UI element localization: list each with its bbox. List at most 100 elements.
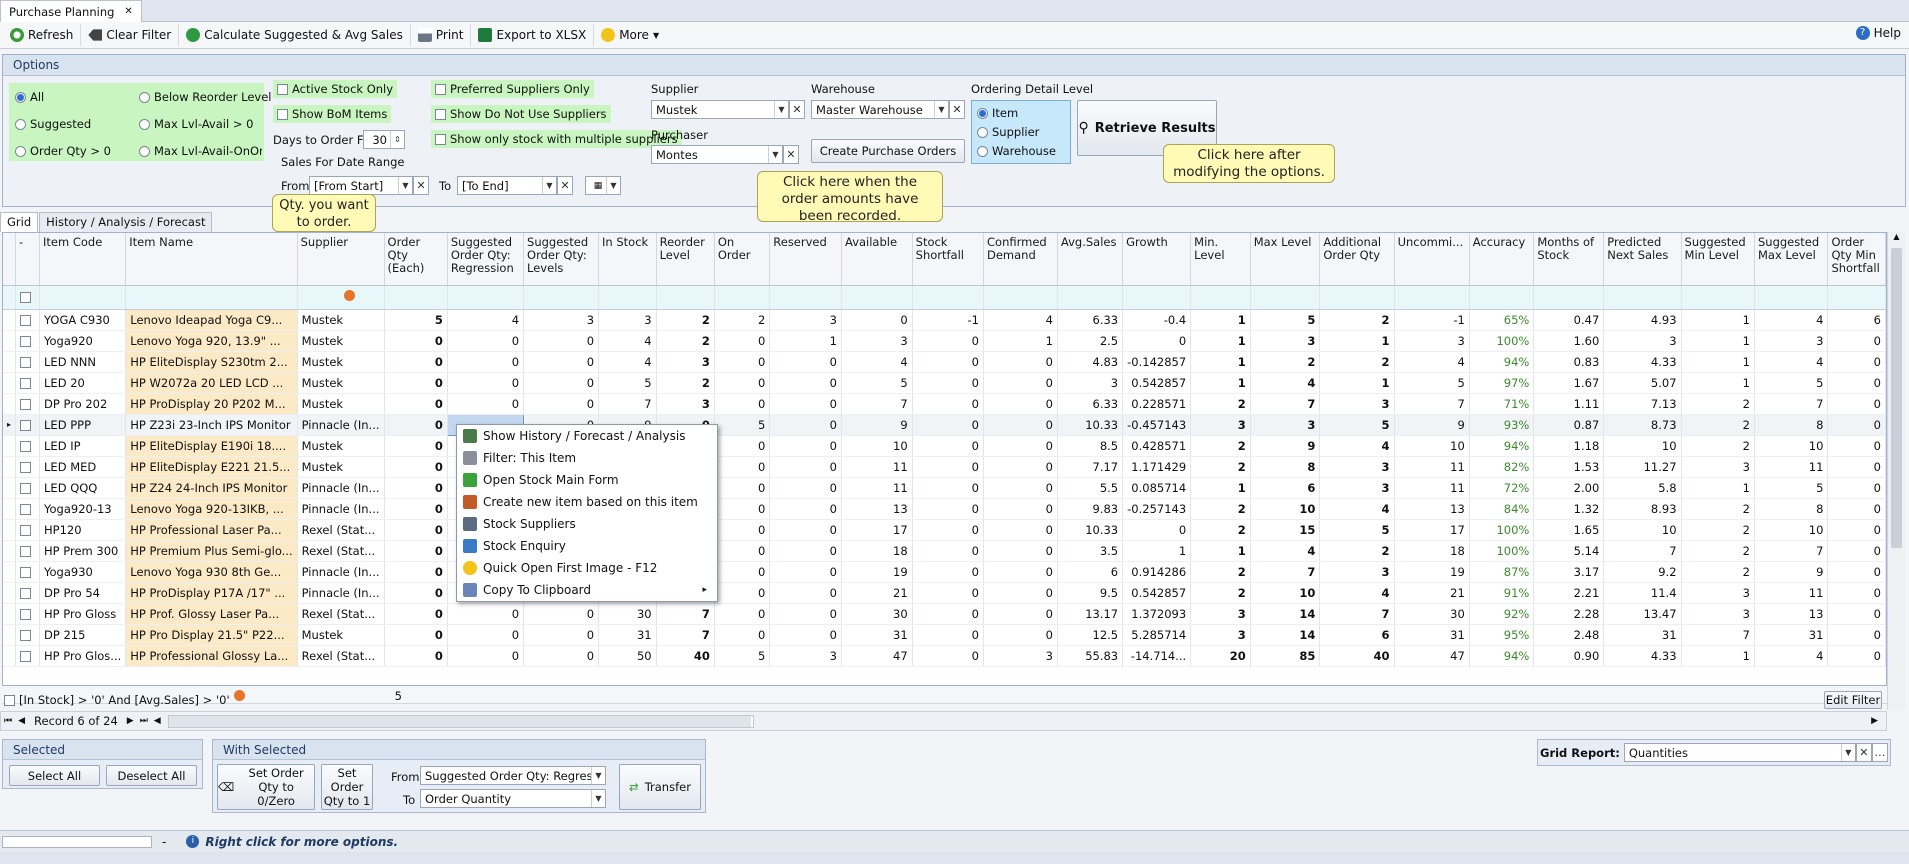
context-menu-item[interactable]: Copy To Clipboard ▸: [457, 579, 717, 601]
row-checkbox[interactable]: [20, 461, 32, 473]
grid-cell[interactable]: 0: [1827, 561, 1886, 583]
grid-cell[interactable]: 100%: [1469, 540, 1535, 562]
grid-cell[interactable]: 5: [714, 645, 771, 667]
row-checkbox-cell[interactable]: [15, 456, 41, 478]
grid-cell[interactable]: 4: [598, 330, 657, 352]
grid-cell[interactable]: 0: [714, 456, 771, 478]
from-clear-button[interactable]: ✕: [413, 176, 429, 195]
grid-cell[interactable]: 3: [1250, 414, 1321, 436]
grid-cell[interactable]: 11: [1394, 456, 1470, 478]
row-checkbox-cell[interactable]: [15, 519, 41, 541]
grid-cell[interactable]: 2: [1190, 435, 1251, 457]
grid-cell[interactable]: 3: [523, 309, 600, 331]
warehouse-clear-button[interactable]: ✕: [949, 100, 965, 119]
grid-cell[interactable]: 0.47: [1533, 309, 1605, 331]
row-indicator[interactable]: [3, 477, 16, 499]
order-qty-cell[interactable]: 0: [384, 330, 448, 352]
grid-cell[interactable]: 3: [1319, 477, 1395, 499]
grid-cell[interactable]: 0: [983, 498, 1058, 520]
grid-cell[interactable]: 30: [841, 603, 913, 625]
grid-cell[interactable]: 1: [1681, 351, 1755, 373]
grid-cell[interactable]: 8: [1754, 498, 1829, 520]
row-indicator[interactable]: [3, 372, 16, 394]
grid-cell[interactable]: 4.33: [1603, 351, 1682, 373]
table-row[interactable]: YOGA C930 Lenovo Ideapad Yoga C9... Mustek…: [3, 309, 1886, 331]
item-name-cell[interactable]: HP Prof. Glossy Laser Pa...: [125, 603, 298, 625]
grid-cell[interactable]: 0: [714, 330, 771, 352]
table-row[interactable]: DP Pro 54 HP ProDisplay P17A /17" ... Pinn…: [3, 582, 1886, 604]
grid-cell[interactable]: -1: [1394, 309, 1470, 331]
grid-cell[interactable]: 1: [983, 330, 1058, 352]
transfer-button[interactable]: ⇄ Transfer: [619, 764, 701, 810]
table-row[interactable]: LED MED HP EliteDisplay E221 21.5... Muste…: [3, 456, 1886, 478]
table-row[interactable]: Yoga920-13 Lenovo Yoga 920-13IKB, ... Pinn…: [3, 498, 1886, 520]
row-checkbox[interactable]: [20, 377, 32, 389]
column-header[interactable]: Uncommi...: [1394, 233, 1470, 286]
row-indicator[interactable]: [3, 456, 16, 478]
grid-cell[interactable]: 6: [1319, 624, 1395, 646]
chevron-down-icon[interactable]: ▼: [591, 767, 605, 784]
grid-cell[interactable]: 1: [1122, 540, 1192, 562]
grid-cell[interactable]: 0: [714, 393, 771, 415]
order-qty-cell[interactable]: 0: [384, 498, 448, 520]
grid-cell[interactable]: 0: [1827, 435, 1886, 457]
filter-cell[interactable]: [1681, 285, 1755, 310]
grid-cell[interactable]: 93%: [1469, 414, 1535, 436]
grid-cell[interactable]: 0: [714, 372, 771, 394]
order-qty-cell[interactable]: 0: [384, 624, 448, 646]
item-code-cell[interactable]: Yoga920-13: [39, 498, 127, 520]
grid-cell[interactable]: 3: [1681, 603, 1755, 625]
grid-cell[interactable]: 0: [1827, 330, 1886, 352]
filter-cell[interactable]: [384, 285, 448, 310]
clear-filter-button[interactable]: Clear Filter: [81, 24, 180, 46]
grid-cell[interactable]: 1.53: [1533, 456, 1605, 478]
grid-cell[interactable]: 1.372093: [1122, 603, 1192, 625]
grid-cell[interactable]: 5: [1319, 414, 1395, 436]
grid-cell[interactable]: 2: [1681, 519, 1755, 541]
filter-cell[interactable]: [841, 285, 913, 310]
table-row[interactable]: LED IP HP EliteDisplay E190i 18.... Mustek…: [3, 435, 1886, 457]
detail-supplier-button[interactable]: [977, 127, 988, 138]
grid-cell[interactable]: 4: [447, 309, 525, 331]
grid-cell[interactable]: 72%: [1469, 477, 1535, 499]
grid-cell[interactable]: 0: [714, 561, 771, 583]
grid-cell[interactable]: 0.87: [1533, 414, 1605, 436]
column-header[interactable]: Reserved: [769, 233, 842, 286]
grid-cell[interactable]: 31: [1754, 624, 1829, 646]
grid-cell[interactable]: 0: [983, 372, 1058, 394]
column-header[interactable]: Additional Order Qty: [1319, 233, 1395, 286]
print-button[interactable]: Print: [411, 24, 472, 46]
tab-grid[interactable]: Grid: [0, 212, 39, 232]
grid-cell[interactable]: -0.257143: [1122, 498, 1192, 520]
nav-next-icon[interactable]: ▶: [124, 716, 137, 726]
grid-cell[interactable]: 0: [447, 645, 525, 667]
grid-cell[interactable]: 13: [1754, 603, 1829, 625]
grid-cell[interactable]: 1.65: [1533, 519, 1605, 541]
grid-cell[interactable]: 0: [769, 582, 842, 604]
grid-cell[interactable]: 10: [1603, 435, 1682, 457]
supplier-cell[interactable]: Rexel (Stat...: [297, 519, 385, 541]
row-checkbox-cell[interactable]: [15, 351, 41, 373]
row-checkbox[interactable]: [20, 650, 32, 662]
grid-cell[interactable]: 2: [1681, 540, 1755, 562]
grid-cell[interactable]: 5.14: [1533, 540, 1605, 562]
grid-cell[interactable]: 10: [1394, 435, 1470, 457]
grid-cell[interactable]: 0: [983, 519, 1058, 541]
radio-below-reorder-button[interactable]: [139, 92, 150, 103]
grid-cell[interactable]: 0: [769, 603, 842, 625]
grid-cell[interactable]: 2: [1681, 498, 1755, 520]
grid-cell[interactable]: 4: [598, 351, 657, 373]
row-checkbox-cell[interactable]: [15, 393, 41, 415]
grid-cell[interactable]: 2: [1681, 393, 1755, 415]
grid-cell[interactable]: 2.00: [1533, 477, 1605, 499]
supplier-cell[interactable]: Pinnacle (In...: [297, 498, 385, 520]
grid-cell[interactable]: 17: [841, 519, 913, 541]
table-row[interactable]: Yoga930 Lenovo Yoga 930 8th Ge... Pinnacle…: [3, 561, 1886, 583]
horizontal-scrollbar[interactable]: [167, 714, 754, 728]
grid-cell[interactable]: 31: [598, 624, 657, 646]
grid-cell[interactable]: 0: [1827, 540, 1886, 562]
item-name-cell[interactable]: HP ProDisplay P17A /17" ...: [125, 582, 298, 604]
detail-warehouse-radio[interactable]: Warehouse: [977, 144, 1056, 158]
grid-cell[interactable]: 0: [912, 477, 985, 499]
radio-max-lvl-button[interactable]: [139, 119, 150, 130]
